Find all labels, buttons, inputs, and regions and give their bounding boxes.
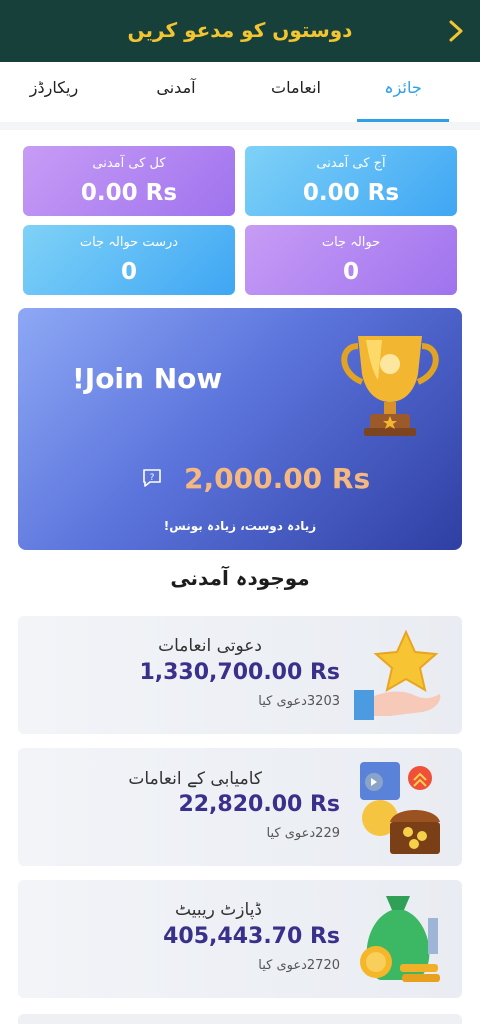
earning-card-partial bbox=[18, 1014, 462, 1024]
card-title: دعوتی انعامات bbox=[158, 636, 262, 656]
card-amount: 405,443.70 Rs bbox=[163, 924, 340, 949]
stat-value: 0.00 Rs bbox=[302, 180, 400, 206]
tab-rewards[interactable]: انعامات bbox=[250, 78, 342, 97]
stat-valid-referrals: درست حوالہ جات 0 bbox=[23, 225, 235, 295]
card-count: 3203دعوی کیا bbox=[258, 694, 340, 709]
svg-text:?: ? bbox=[150, 473, 155, 483]
earning-card-invite-rewards[interactable]: دعوتی انعامات 1,330,700.00 Rs 3203دعوی ک… bbox=[18, 616, 462, 734]
card-count: 2720دعوی کیا bbox=[258, 958, 340, 973]
stat-label: حوالہ جات bbox=[321, 235, 381, 250]
stat-label: درست حوالہ جات bbox=[79, 235, 179, 250]
banner-title: !Join Now bbox=[72, 362, 223, 395]
chevron-right-icon[interactable] bbox=[442, 16, 470, 46]
card-count: 229دعوی کیا bbox=[266, 826, 340, 841]
page-title: دوستوں کو مدعو کریں bbox=[127, 18, 353, 42]
tab-income[interactable]: آمدنی bbox=[130, 78, 222, 97]
card-amount: 22,820.00 Rs bbox=[178, 792, 340, 817]
tab-bar: جائزہ انعامات آمدنی ریکارڈز bbox=[0, 62, 480, 122]
star-hand-icon bbox=[354, 629, 441, 720]
stat-value: 0 bbox=[342, 259, 359, 285]
stat-label: کل کی آمدنی bbox=[92, 156, 166, 171]
trophy-icon bbox=[341, 336, 439, 436]
stat-today-income: آج کی آمدنی 0.00 Rs bbox=[245, 146, 457, 216]
join-now-banner[interactable]: !Join Now ? 2,000.00 Rs زیادہ دوست، زیاد… bbox=[18, 308, 462, 550]
divider bbox=[0, 122, 480, 130]
earning-card-deposit-rebate[interactable]: ڈپازٹ ریبیٹ 405,443.70 Rs 2720دعوی کیا bbox=[18, 880, 462, 998]
stat-value: 0.00 Rs bbox=[80, 180, 178, 206]
top-bar: دوستوں کو مدعو کریں bbox=[0, 0, 480, 62]
card-title: کامیابی کے انعامات bbox=[128, 769, 262, 789]
card-amount: 1,330,700.00 Rs bbox=[139, 660, 340, 685]
section-title: موجودہ آمدنی bbox=[170, 566, 310, 590]
stat-total-income: کل کی آمدنی 0.00 Rs bbox=[23, 146, 235, 216]
stat-value: 0 bbox=[120, 259, 137, 285]
tab-overview[interactable]: جائزہ bbox=[357, 78, 449, 97]
banner-subtitle: زیادہ دوست، زیادہ بونس! bbox=[163, 519, 317, 533]
money-bag-icon bbox=[360, 896, 440, 982]
banner-amount: 2,000.00 Rs bbox=[184, 462, 371, 495]
chat-icon[interactable]: ? bbox=[140, 466, 164, 490]
tab-records[interactable]: ریکارڈز bbox=[8, 78, 100, 97]
card-title: ڈپازٹ ریبیٹ bbox=[175, 900, 262, 920]
stat-referrals: حوالہ جات 0 bbox=[245, 225, 457, 295]
earning-card-achievement-rewards[interactable]: کامیابی کے انعامات 22,820.00 Rs 229دعوی … bbox=[18, 748, 462, 866]
stat-label: آج کی آمدنی bbox=[316, 156, 386, 171]
treasure-chest-icon bbox=[360, 762, 440, 854]
